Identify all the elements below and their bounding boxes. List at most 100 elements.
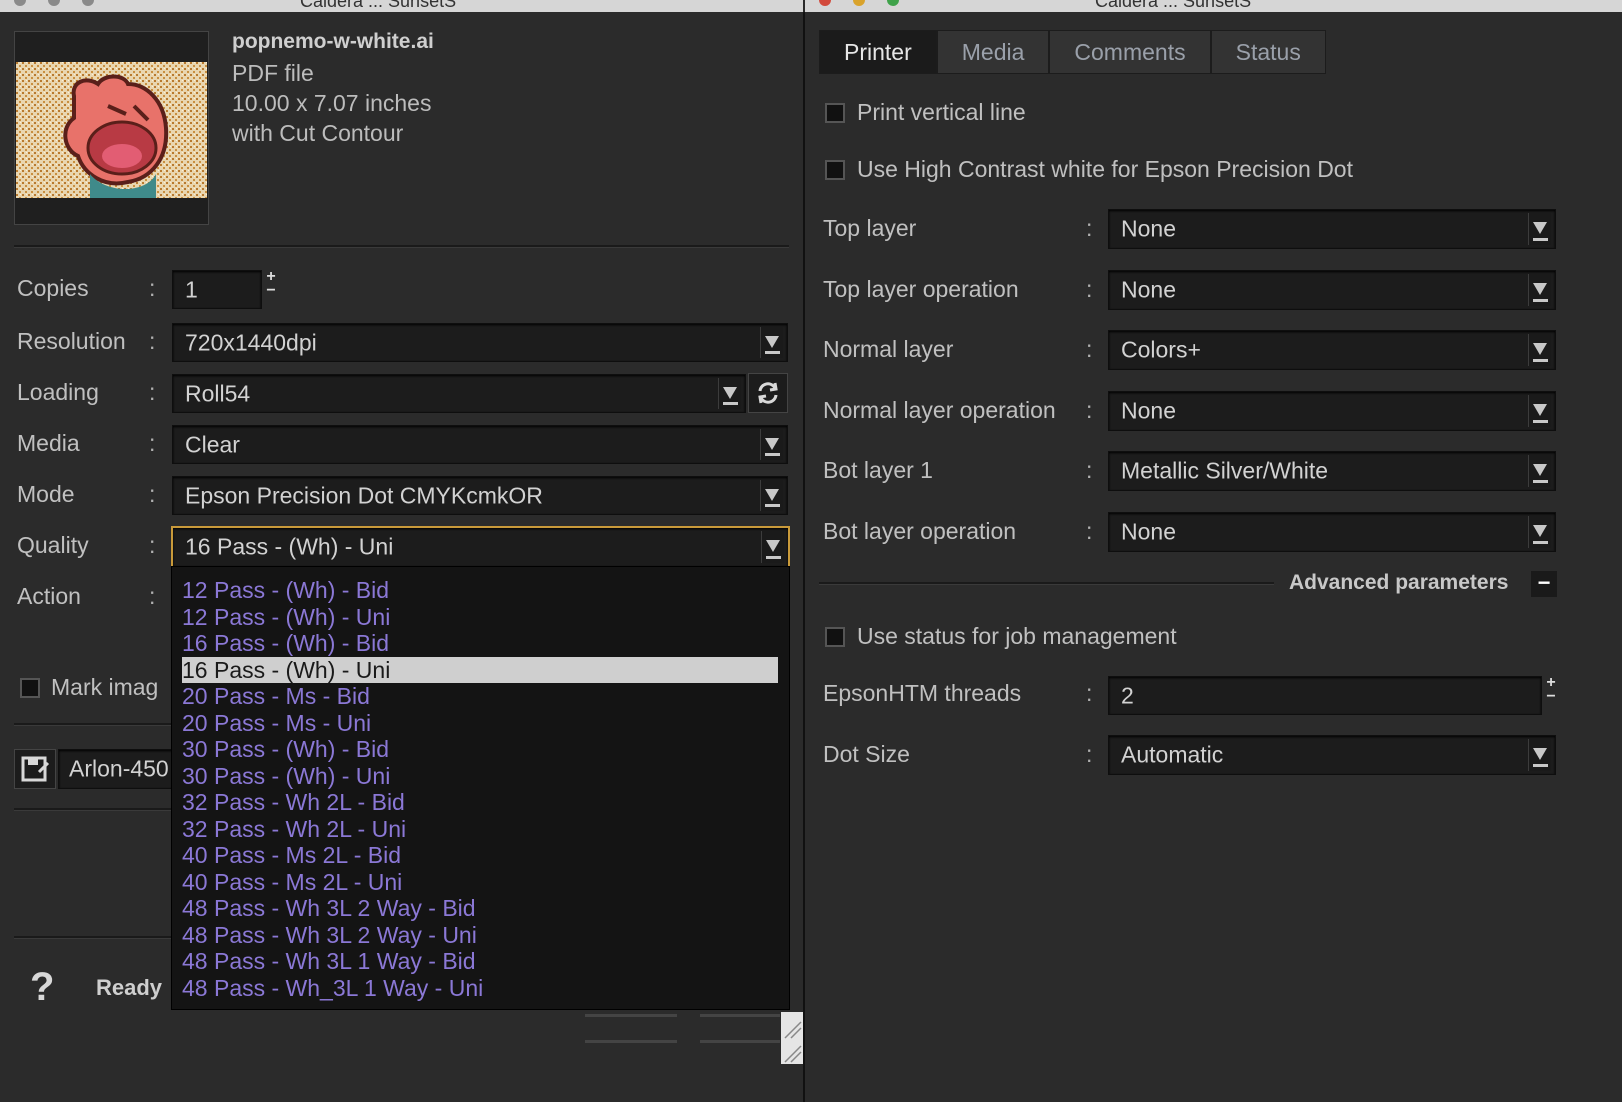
quality-option[interactable]: 16 Pass - (Wh) - Bid [182, 630, 389, 656]
file-size: 10.00 x 7.07 inches [232, 90, 432, 116]
chevron-down-icon[interactable] [1528, 516, 1551, 548]
close-window-icon[interactable] [819, 0, 831, 6]
mark-image-checkbox[interactable] [20, 678, 40, 698]
quality-option[interactable]: 40 Pass - Ms 2L - Bid [182, 842, 401, 868]
chevron-down-icon[interactable] [760, 480, 783, 511]
quality-option[interactable]: 30 Pass - (Wh) - Bid [182, 736, 389, 762]
chevron-down-icon[interactable] [1528, 455, 1551, 487]
quality-option[interactable]: 20 Pass - Ms - Uni [182, 710, 371, 736]
top-layer-label: Top layer [823, 215, 917, 241]
file-name: popnemo-w-white.ai [232, 30, 434, 53]
chevron-down-icon[interactable] [1528, 334, 1551, 366]
preset-select[interactable]: Arlon-450 [58, 749, 180, 789]
normal-layer-operation-label: Normal layer operation [823, 397, 1056, 423]
tab-comments[interactable]: Comments [1049, 30, 1211, 74]
colon: : [1086, 741, 1093, 767]
minimize-window-icon[interactable] [853, 0, 865, 6]
use-status-label: Use status for job management [857, 623, 1177, 649]
threads-stepper[interactable]: + − [1544, 675, 1558, 705]
normal-layer-label: Normal layer [823, 336, 954, 362]
bot-layer-operation-select[interactable]: None [1108, 512, 1556, 552]
copies-value: 1 [185, 276, 198, 302]
colon: : [1086, 276, 1093, 302]
top-layer-operation-select[interactable]: None [1108, 270, 1556, 310]
chevron-down-icon[interactable] [1528, 395, 1551, 427]
colon: : [1086, 215, 1093, 241]
quality-option[interactable]: 40 Pass - Ms 2L - Uni [182, 869, 402, 895]
use-status-checkbox[interactable] [825, 627, 845, 647]
quality-option[interactable]: 30 Pass - (Wh) - Uni [182, 763, 390, 789]
print-vertical-line-label: Print vertical line [857, 99, 1026, 125]
resize-grip-icon[interactable] [781, 1012, 803, 1064]
loading-select[interactable]: Roll54 [172, 374, 746, 413]
settings-tabs: Printer Media Comments Status [819, 30, 1326, 74]
colon: : [1086, 336, 1093, 362]
mode-label: Mode [17, 481, 75, 507]
mode-select[interactable]: Epson Precision Dot CMYKcmkOR [172, 476, 788, 515]
colon: : [149, 430, 156, 456]
quality-option[interactable]: 48 Pass - Wh 3L 2 Way - Uni [182, 922, 477, 948]
quality-option[interactable]: 32 Pass - Wh 2L - Uni [182, 816, 406, 842]
right-window-title: Caldera ... SunsetS [1095, 0, 1252, 11]
chevron-down-icon[interactable] [761, 531, 784, 563]
tab-status[interactable]: Status [1210, 30, 1326, 74]
chevron-down-icon[interactable] [760, 327, 783, 358]
preset-value: Arlon-450 [69, 755, 169, 782]
quality-value: 16 Pass - (Wh) - Uni [185, 533, 394, 560]
top-layer-operation-value: None [1121, 276, 1176, 303]
threads-input[interactable]: 2 [1108, 676, 1542, 715]
chevron-down-icon[interactable] [1528, 739, 1551, 771]
dot-size-select[interactable]: Automatic [1108, 735, 1556, 775]
quality-option[interactable]: 16 Pass - (Wh) - Uni [182, 656, 778, 683]
chevron-down-icon[interactable] [760, 429, 783, 460]
chevron-down-icon[interactable] [718, 378, 741, 409]
collapse-icon[interactable]: − [1531, 571, 1557, 597]
file-extra: with Cut Contour [232, 120, 404, 146]
copies-input[interactable]: 1 [172, 270, 262, 309]
zoom-window-icon[interactable] [887, 0, 899, 6]
quality-option[interactable]: 12 Pass - (Wh) - Uni [182, 604, 390, 630]
chevron-down-icon[interactable] [1528, 213, 1551, 245]
chevron-down-icon[interactable] [1528, 274, 1551, 306]
save-preset-button[interactable] [14, 749, 56, 789]
zoom-window-icon[interactable] [82, 0, 94, 6]
copies-label: Copies [17, 275, 89, 301]
separator [819, 582, 1274, 585]
resolution-select[interactable]: 720x1440dpi [172, 323, 788, 362]
high-contrast-checkbox[interactable] [825, 160, 845, 180]
quality-label: Quality [17, 532, 89, 558]
top-layer-value: None [1121, 215, 1176, 242]
quality-option[interactable]: 48 Pass - Wh 3L 1 Way - Bid [182, 948, 476, 974]
copies-stepper[interactable]: + − [264, 269, 278, 299]
help-icon[interactable]: ? [30, 965, 54, 1010]
threads-value: 2 [1121, 682, 1134, 708]
quality-select[interactable]: 16 Pass - (Wh) - Uni [171, 526, 790, 568]
decrement-icon[interactable]: − [1544, 689, 1558, 705]
separator [14, 723, 174, 726]
bot-layer-operation-value: None [1121, 518, 1176, 545]
bot-layer-select[interactable]: Metallic Silver/White [1108, 451, 1556, 491]
quality-option[interactable]: 48 Pass - Wh_3L 1 Way - Uni [182, 975, 483, 1001]
colon: : [1086, 680, 1093, 706]
quality-option[interactable]: 20 Pass - Ms - Bid [182, 683, 370, 709]
button-edge [700, 1040, 780, 1043]
quality-option[interactable]: 48 Pass - Wh 3L 2 Way - Bid [182, 895, 476, 921]
refresh-button[interactable] [748, 373, 788, 413]
print-vertical-line-checkbox[interactable] [825, 103, 845, 123]
quality-option[interactable]: 32 Pass - Wh 2L - Bid [182, 789, 405, 815]
media-select[interactable]: Clear [172, 425, 788, 464]
close-window-icon[interactable] [14, 0, 26, 6]
high-contrast-label: Use High Contrast white for Epson Precis… [857, 156, 1353, 182]
minimize-window-icon[interactable] [48, 0, 60, 6]
button-edge [585, 1014, 677, 1017]
normal-layer-operation-select[interactable]: None [1108, 391, 1556, 431]
decrement-icon[interactable]: − [264, 283, 278, 299]
quality-dropdown-list[interactable]: 12 Pass - (Wh) - Bid 12 Pass - (Wh) - Uni… [171, 566, 790, 1010]
tab-printer[interactable]: Printer [819, 30, 937, 74]
tab-media[interactable]: Media [936, 30, 1050, 74]
normal-layer-select[interactable]: Colors+ [1108, 330, 1556, 370]
colon: : [1086, 397, 1093, 423]
button-edge [585, 1040, 677, 1043]
top-layer-select[interactable]: None [1108, 209, 1556, 249]
quality-option[interactable]: 12 Pass - (Wh) - Bid [182, 577, 389, 603]
